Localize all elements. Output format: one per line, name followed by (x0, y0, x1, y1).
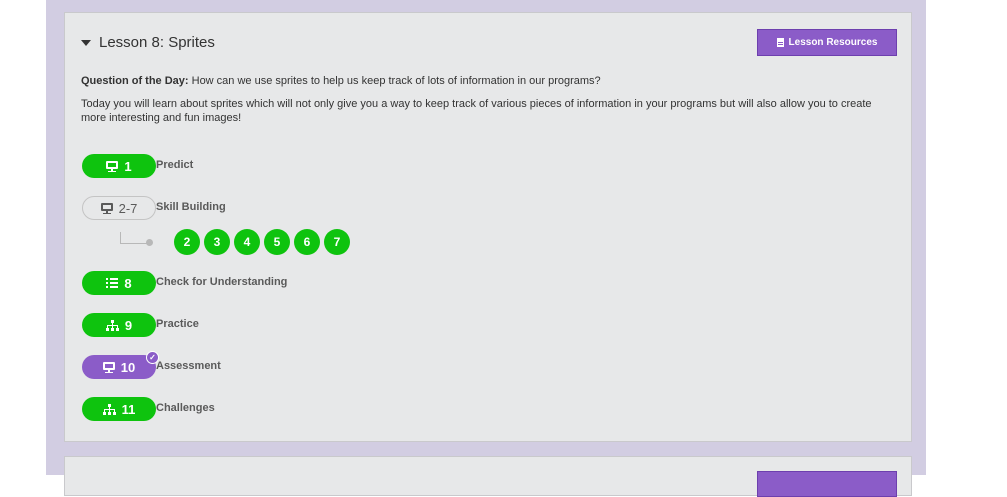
level-label[interactable]: Assessment (156, 360, 221, 372)
monitor-icon (100, 202, 113, 214)
lesson-header[interactable]: Lesson 8: Sprites (81, 34, 215, 51)
question-of-the-day: Question of the Day: How can we use spri… (81, 74, 881, 88)
level-row-9: 9 (82, 313, 156, 337)
level-row-2-7: 2-7 (82, 196, 156, 220)
lesson-resources-label: Lesson Resources (788, 37, 878, 48)
monitor-icon (106, 160, 119, 172)
hierarchy-icon (105, 319, 119, 331)
level-row-8: 8 (82, 271, 156, 295)
lesson-title: Lesson 8: Sprites (99, 34, 215, 51)
qotd-label: Question of the Day: (81, 75, 189, 87)
sublevel-bubble-3[interactable]: 3 (204, 229, 230, 255)
qotd-text: How can we use sprites to help us keep t… (188, 75, 601, 87)
caret-down-icon[interactable] (81, 39, 91, 46)
lesson-description: Today you will learn about sprites which… (81, 98, 872, 124)
level-number: 8 (124, 275, 132, 291)
level-label[interactable]: Practice (156, 318, 199, 330)
level-label[interactable]: Skill Building (156, 201, 226, 213)
sublevel-bubble-2[interactable]: 2 (174, 229, 200, 255)
level-row-1: 1 (82, 154, 156, 178)
level-pill-11[interactable]: 11 (82, 397, 156, 421)
sublevel-bubble-7[interactable]: 7 (324, 229, 350, 255)
level-number: 11 (121, 401, 136, 417)
sublevel-bubble-6[interactable]: 6 (294, 229, 320, 255)
list-icon (106, 278, 119, 288)
level-label[interactable]: Predict (156, 159, 193, 171)
level-pill-1[interactable]: 1 (82, 154, 156, 178)
level-pill-9[interactable]: 9 (82, 313, 156, 337)
lesson-card: Lesson 8: Sprites Lesson Resources Quest… (64, 12, 912, 442)
level-number: 2-7 (118, 200, 138, 216)
lesson-resources-button[interactable]: Lesson Resources (757, 29, 897, 56)
hierarchy-icon (102, 403, 116, 415)
level-pill-8[interactable]: 8 (82, 271, 156, 295)
level-row-10: 10 ✓ (82, 351, 159, 379)
sublevel-bubbles: 2 3 4 5 6 7 (174, 229, 354, 255)
monitor-icon (102, 361, 115, 373)
level-pill-2-7[interactable]: 2-7 (82, 196, 156, 220)
next-lesson-card (64, 456, 912, 497)
level-label[interactable]: Check for Understanding (156, 276, 287, 288)
connector-dot (146, 239, 153, 246)
level-number: 9 (124, 317, 133, 333)
level-number: 1 (124, 158, 132, 174)
level-pill-10[interactable]: 10 ✓ (82, 351, 159, 379)
level-label[interactable]: Challenges (156, 402, 215, 414)
document-icon (776, 38, 784, 47)
sublevel-bubble-5[interactable]: 5 (264, 229, 290, 255)
level-row-11: 11 (82, 397, 156, 421)
level-number: 10 (120, 359, 136, 375)
sublevel-bubble-4[interactable]: 4 (234, 229, 260, 255)
